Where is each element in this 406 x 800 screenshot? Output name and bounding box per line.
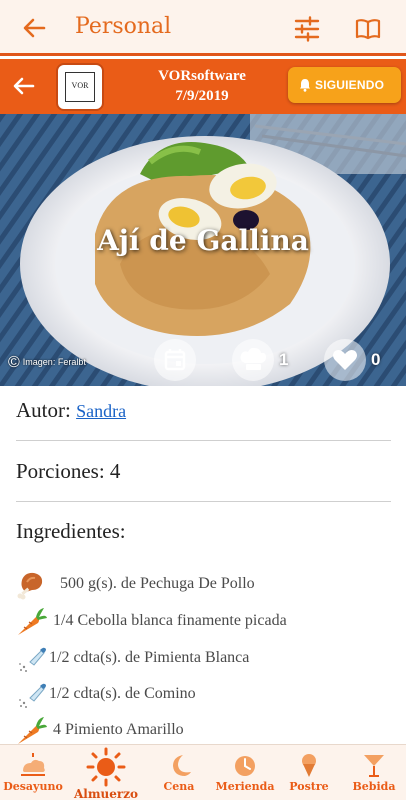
chicken-leg-icon	[17, 572, 43, 600]
carrot-icon	[18, 717, 47, 744]
heart-icon	[333, 350, 357, 370]
salt-shaker-icon	[19, 647, 46, 672]
nav-tab-bebida[interactable]: Bebida	[342, 745, 406, 800]
cocktail-icon	[364, 755, 384, 777]
nav-tab-merienda[interactable]: Merienda	[214, 745, 276, 800]
ingredient-text: 500 g(s). de Pechuga De Pollo	[60, 575, 255, 592]
calendar-button[interactable]	[154, 339, 196, 381]
nav-label: Cena	[163, 780, 195, 793]
calendar-icon	[164, 349, 186, 371]
nav-label: Bebida	[352, 780, 396, 793]
author-info: VORsoftware 7/9/2019	[140, 66, 264, 106]
portions-row: Porciones: 4	[16, 459, 121, 483]
nav-tab-postre[interactable]: Postre	[280, 745, 338, 800]
logo-frame: VOR	[65, 72, 95, 102]
cook-count: 1	[279, 350, 289, 369]
dish-title: Ají de Gallina	[97, 224, 309, 257]
bottom-navigation: Desayuno Almuerzo Cena Merienda Postre B…	[0, 744, 406, 800]
ice-cream-icon	[302, 754, 316, 777]
sun-icon	[86, 747, 126, 787]
top-app-bar: Personal	[0, 0, 406, 56]
nav-tab-almuerzo[interactable]: Almuerzo	[72, 745, 140, 800]
ingredient-text: 1/4 Cebolla blanca finamente picada	[53, 612, 287, 629]
image-credit: © Imagen: Feralbt	[8, 354, 86, 372]
ingredient-item: 1/2 cdta(s). de Pimienta Blanca	[16, 640, 396, 676]
ingredient-text: 4 Pimiento Amarillo	[53, 721, 184, 738]
page-title: Personal	[75, 14, 172, 39]
bell-icon	[300, 79, 310, 92]
ingredients-heading: Ingredientes:	[16, 519, 126, 543]
cook-button[interactable]	[232, 339, 274, 381]
ingredient-item: 1/4 Cebolla blanca finamente picada	[16, 603, 396, 639]
author-name: VORsoftware	[158, 68, 246, 84]
author-label: Autor:	[16, 398, 71, 422]
back-arrow-icon[interactable]	[20, 14, 48, 42]
nav-label: Desayuno	[3, 780, 63, 793]
publish-date: 7/9/2019	[175, 88, 229, 104]
image-credit-text: Imagen: Feralbt	[22, 357, 86, 367]
sunrise-icon	[21, 753, 45, 776]
follow-button[interactable]: SIGUIENDO	[288, 67, 401, 103]
nav-tab-desayuno[interactable]: Desayuno	[0, 745, 66, 800]
book-icon[interactable]	[354, 15, 382, 43]
like-button[interactable]	[324, 339, 366, 381]
author-row: Autor: Sandra	[16, 398, 126, 423]
author-link[interactable]: Sandra	[76, 401, 126, 421]
clock-icon	[235, 756, 255, 776]
chef-hat-icon	[240, 347, 266, 370]
follow-label: SIGUIENDO	[315, 78, 385, 92]
ingredient-text: 1/2 cdta(s). de Pimienta Blanca	[49, 649, 250, 666]
ingredient-item: 1/2 cdta(s). de Comino	[16, 676, 396, 712]
nav-label: Merienda	[215, 780, 275, 793]
filter-settings-icon[interactable]	[294, 16, 320, 42]
moon-icon	[173, 755, 191, 776]
divider	[16, 440, 391, 441]
back-arrow-icon[interactable]	[10, 72, 38, 100]
copyright-icon: ©	[8, 354, 20, 371]
salt-shaker-icon	[19, 683, 46, 708]
nav-tab-cena[interactable]: Cena	[148, 745, 210, 800]
carrot-icon	[18, 608, 47, 635]
ingredient-item: 500 g(s). de Pechuga De Pollo	[16, 566, 396, 602]
author-logo[interactable]: VOR	[56, 63, 104, 111]
ingredient-item: 4 Pimiento Amarillo	[16, 712, 396, 748]
recipe-photo: Ají de Gallina © Imagen: Feralbt 1 0	[0, 114, 406, 386]
logo-text: VOR	[71, 81, 89, 90]
divider	[16, 501, 391, 502]
nav-label: Almuerzo	[73, 787, 139, 800]
recipe-header: VOR VORsoftware 7/9/2019 SIGUIENDO	[0, 59, 406, 114]
nav-label: Postre	[289, 780, 329, 793]
ingredient-text: 1/2 cdta(s). de Comino	[49, 685, 196, 702]
like-count: 0	[371, 350, 381, 369]
